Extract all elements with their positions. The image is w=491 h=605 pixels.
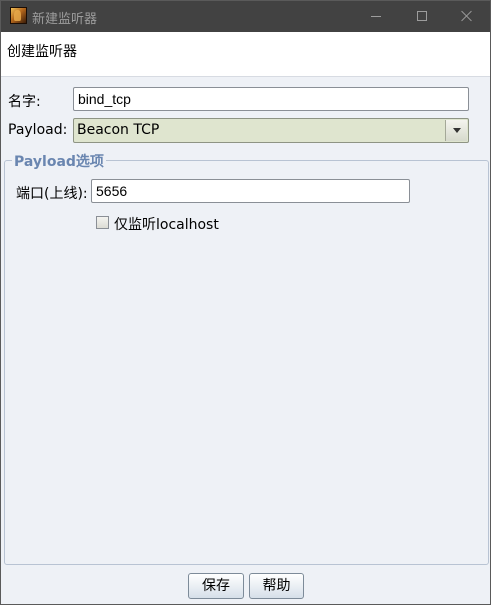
- app-icon: [10, 7, 27, 24]
- payload-select[interactable]: Beacon TCP: [73, 118, 469, 143]
- close-icon: [461, 10, 473, 22]
- help-button[interactable]: 帮助: [249, 573, 304, 599]
- maximize-button[interactable]: [399, 1, 445, 32]
- payload-options-group: [4, 160, 489, 565]
- payload-label: Payload:: [8, 122, 68, 138]
- name-input[interactable]: bind_tcp: [73, 87, 469, 111]
- maximize-icon: [417, 11, 427, 21]
- dialog-header: 创建监听器: [1, 32, 490, 77]
- payload-selected-value: Beacon TCP: [77, 122, 160, 138]
- port-label: 端口(上线):: [16, 186, 88, 202]
- title-bar[interactable]: 新建监听器: [1, 1, 490, 32]
- name-label: 名字:: [8, 94, 41, 110]
- port-input[interactable]: 5656: [91, 179, 410, 203]
- minimize-icon: [371, 16, 381, 17]
- localhost-only-checkbox[interactable]: [96, 216, 109, 229]
- payload-options-title: Payload选项: [12, 151, 106, 171]
- dialog-heading: 创建监听器: [7, 44, 77, 60]
- window-title: 新建监听器: [32, 12, 98, 27]
- chevron-down-icon: [453, 128, 461, 133]
- localhost-only-label[interactable]: 仅监听localhost: [114, 214, 219, 234]
- close-button[interactable]: [444, 1, 490, 32]
- payload-dropdown-button[interactable]: [445, 120, 467, 141]
- minimize-button[interactable]: [353, 1, 399, 32]
- new-listener-dialog: 新建监听器 创建监听器 名字: bind_tcp Payload: Beacon…: [0, 0, 491, 605]
- save-button[interactable]: 保存: [188, 573, 244, 599]
